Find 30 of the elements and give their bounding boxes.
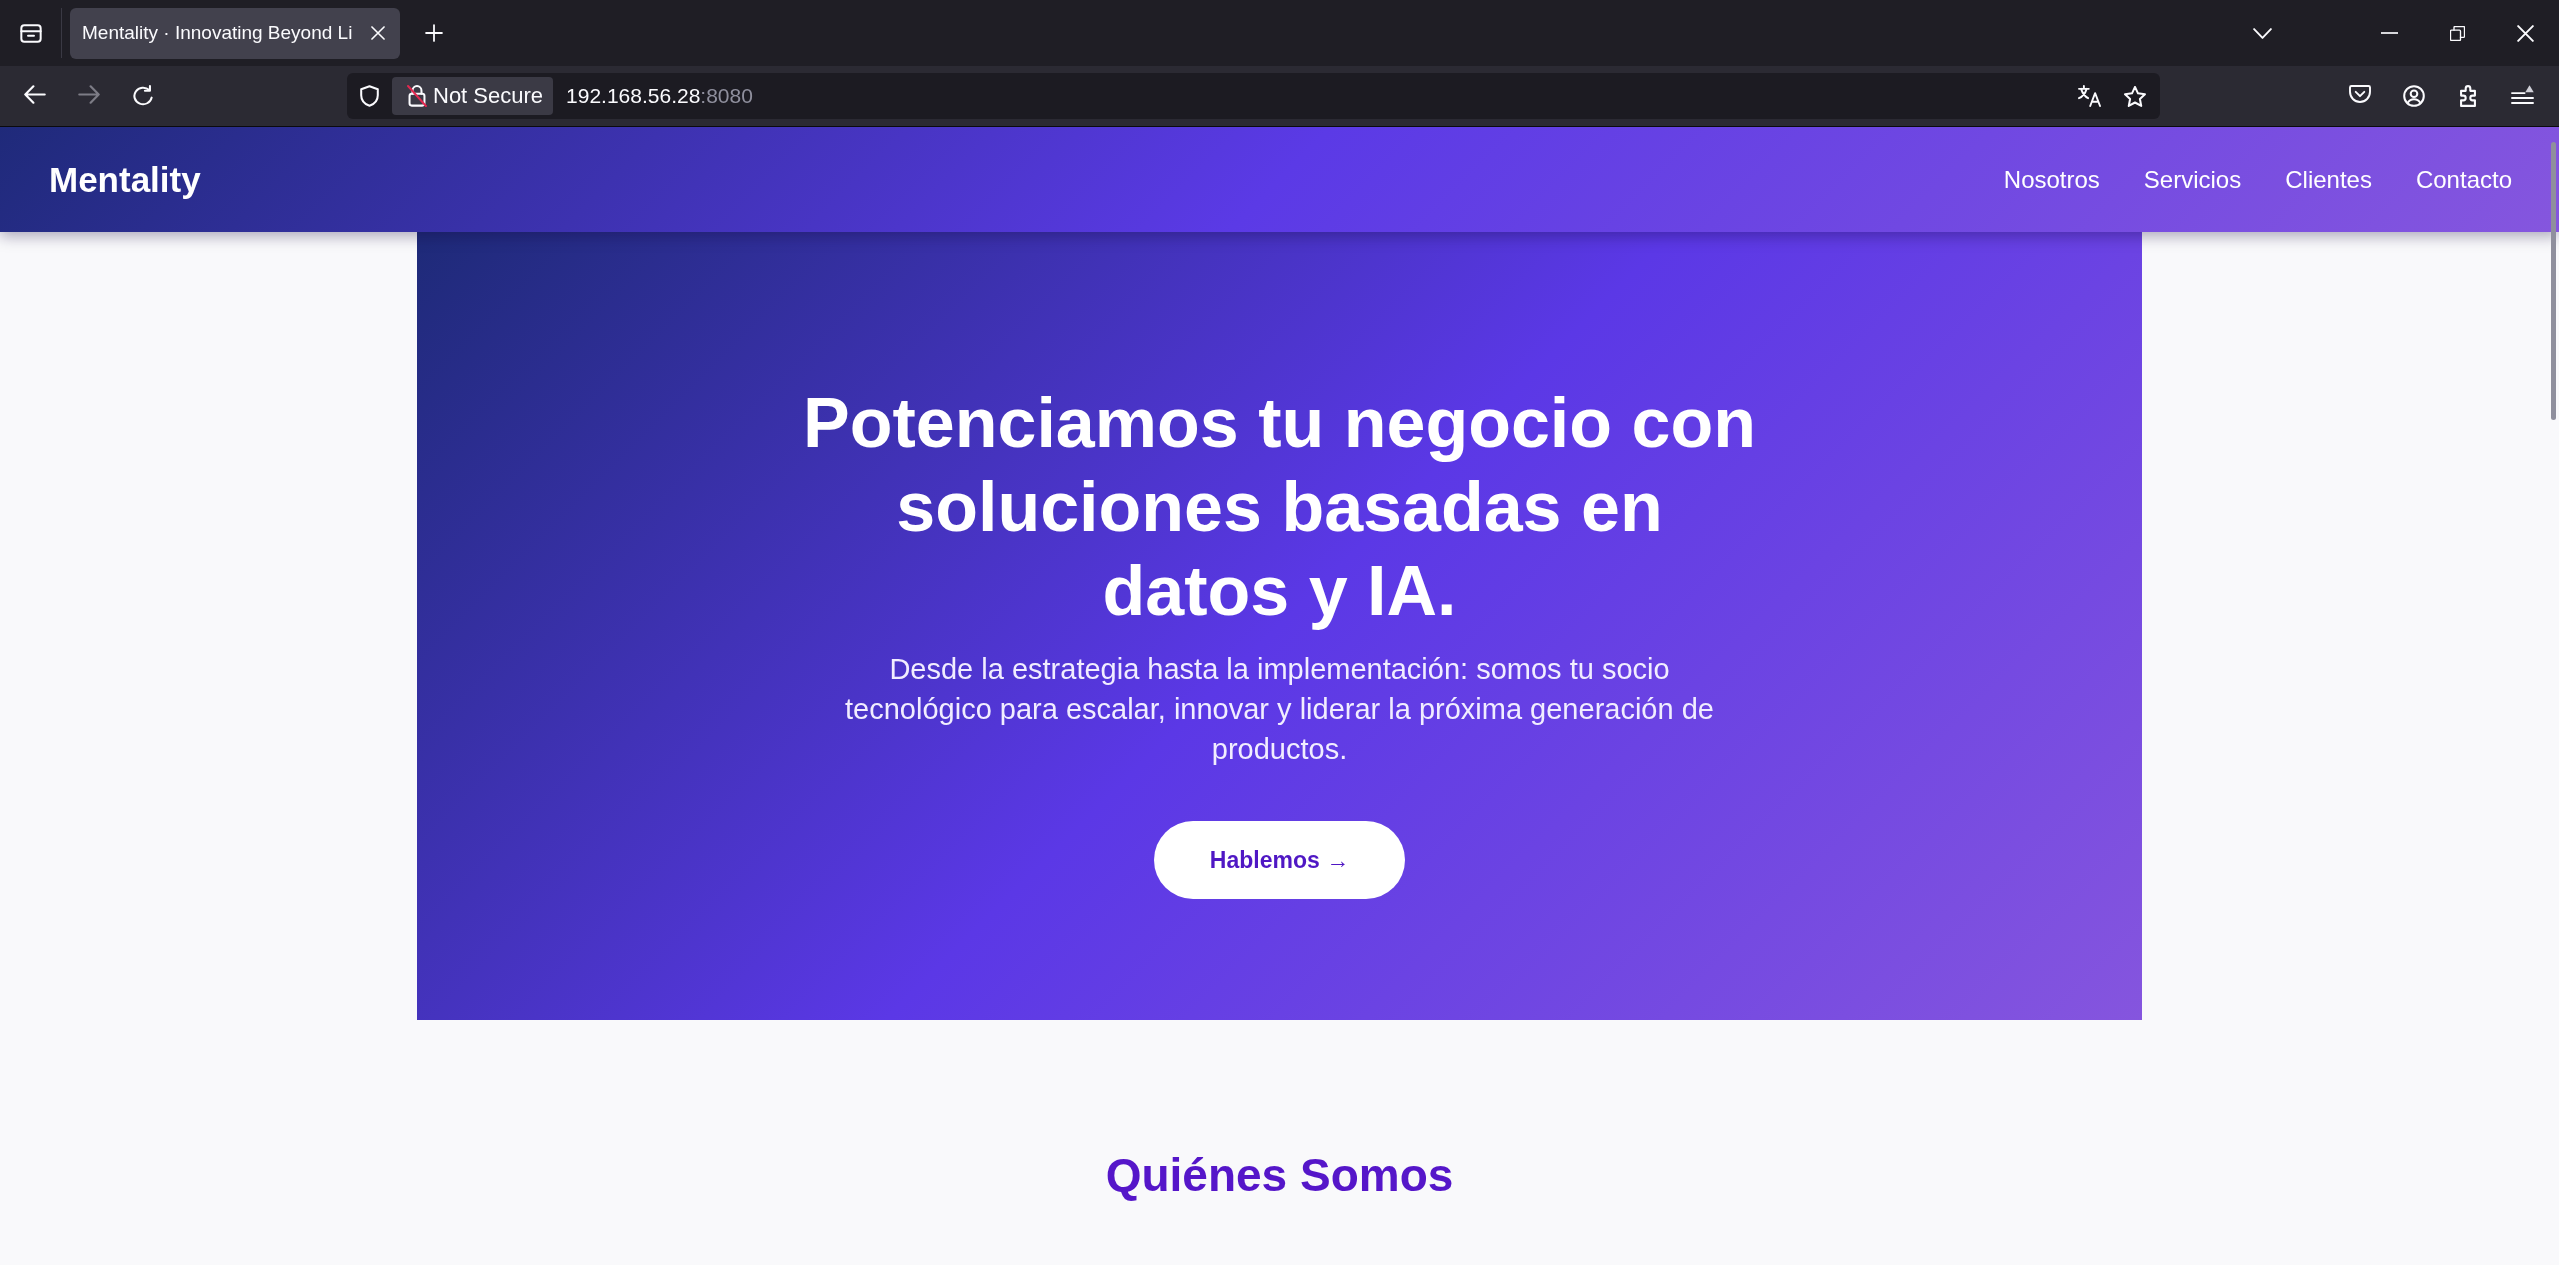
browser-tab[interactable]: Mentality · Innovating Beyond Li	[70, 7, 400, 59]
nav-link[interactable]: Servicios	[2143, 164, 2242, 195]
account-icon[interactable]	[2403, 85, 2425, 107]
arrow-left-icon[interactable]	[24, 85, 46, 104]
nav-link[interactable]: Contacto	[2415, 164, 2512, 195]
hero-subtitle: Desde la estrategia hasta la implementación: somos tu socio tecnológico para escalar, innovar y liderar la próxima generación de productos.	[844, 652, 1715, 767]
scrollbar-thumb[interactable]	[2551, 142, 2556, 420]
star-icon[interactable]	[2124, 85, 2146, 107]
security-button[interactable]: Not Secure	[392, 77, 554, 115]
shield-icon[interactable]	[360, 85, 379, 107]
plus-icon[interactable]	[425, 24, 443, 42]
nav-link[interactable]: Clientes	[2285, 164, 2372, 195]
brand-logo[interactable]: Mentality	[49, 158, 201, 201]
translate-icon[interactable]	[2078, 85, 2101, 107]
hero-title: Potenciamos tu negocio con soluciones basadas en datos y IA.	[802, 383, 1757, 632]
address-field[interactable]: 192.168.56.28:8080	[566, 81, 2078, 111]
close-icon[interactable]	[2516, 24, 2534, 42]
tab-list-icon[interactable]	[19, 23, 42, 43]
puzzle-icon[interactable]	[2460, 85, 2476, 107]
lock-slash-icon	[407, 85, 427, 107]
nav-link[interactable]: Nosotros	[2003, 164, 2100, 195]
section-heading: Quiénes Somos	[1105, 1148, 1454, 1203]
chevron-down-icon[interactable]	[2252, 27, 2272, 39]
menu-icon[interactable]	[2510, 85, 2534, 104]
reload-icon[interactable]	[133, 85, 153, 107]
save-icon[interactable]	[2349, 85, 2371, 103]
restore-icon[interactable]	[2449, 25, 2465, 41]
minimize-icon[interactable]	[2380, 32, 2398, 34]
close-icon[interactable]	[371, 26, 385, 40]
cta-button[interactable]: Hablemos →	[1153, 821, 1406, 899]
